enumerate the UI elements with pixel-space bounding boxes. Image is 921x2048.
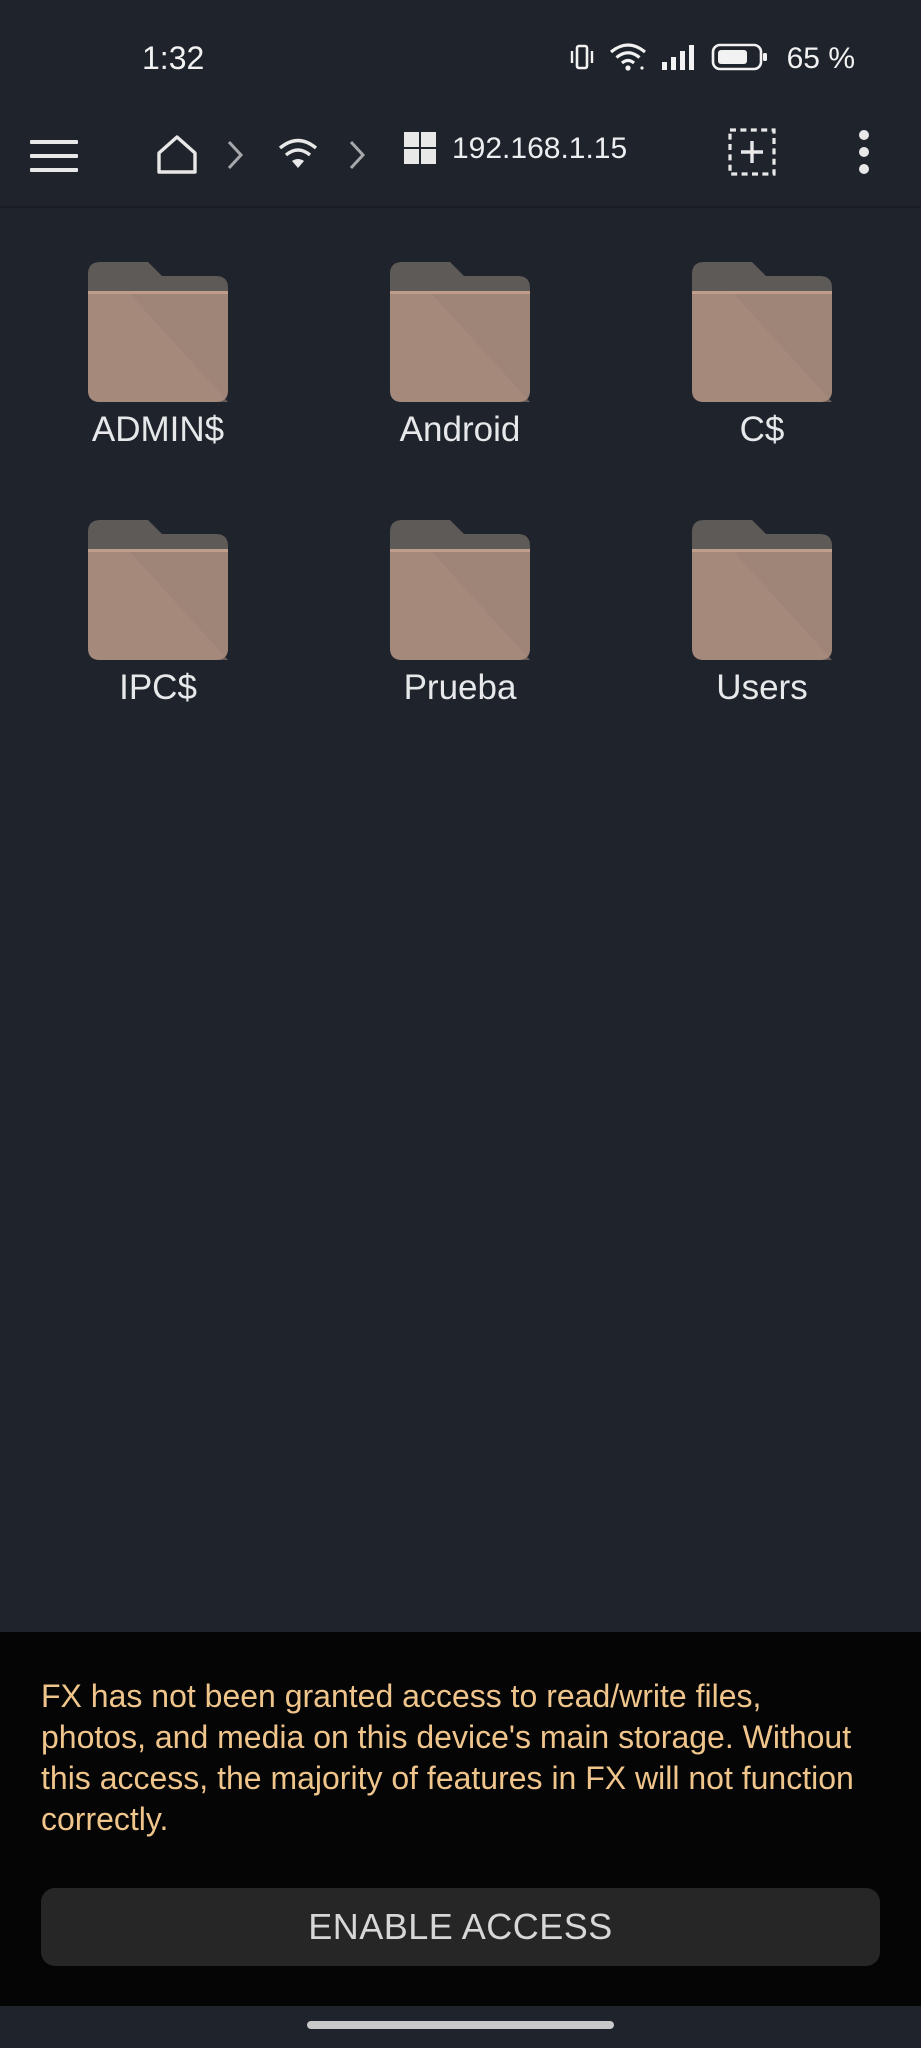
add-selection-button[interactable] (722, 124, 782, 184)
folder-item[interactable]: Users (642, 520, 882, 708)
folder-name: ADMIN$ (91, 410, 225, 449)
folder-icon (88, 262, 228, 402)
permission-message: FX has not been granted access to read/w… (41, 1678, 854, 1837)
windows-icon (403, 131, 437, 170)
folder-icon (692, 520, 832, 660)
vibrate-icon (569, 43, 595, 76)
signal-icon (661, 43, 697, 76)
home-icon (155, 132, 199, 181)
breadcrumb-host[interactable]: 192.168.1.15 (452, 132, 627, 166)
folder-icon (692, 262, 832, 402)
menu-icon (29, 138, 79, 179)
folder-item[interactable]: C$ (642, 262, 882, 450)
status-time: 1:32 (142, 40, 205, 76)
folder-icon (390, 520, 530, 660)
toolbar: 192.168.1.15 (0, 110, 921, 208)
more-options-button[interactable] (846, 124, 882, 184)
menu-button[interactable] (24, 128, 84, 188)
breadcrumb-home[interactable] (148, 126, 206, 186)
storage-permission-banner: FX has not been granted access to read/w… (0, 1632, 921, 2006)
home-indicator[interactable] (307, 2021, 614, 2029)
folder-item[interactable]: Prueba (340, 520, 580, 708)
folder-name: IPC$ (119, 668, 197, 707)
folder-name: Users (716, 668, 808, 707)
breadcrumb-network[interactable] (272, 130, 324, 182)
folder-name: Prueba (403, 668, 517, 707)
status-bar: 1:32 65 % (0, 0, 921, 110)
more-vert-icon (857, 129, 871, 180)
chevron-right-icon (225, 139, 245, 176)
folder-item[interactable]: Android (340, 262, 580, 450)
folder-icon (88, 520, 228, 660)
chevron-right-icon (347, 139, 367, 176)
battery-percent: 65 % (786, 42, 855, 75)
wifi-icon (277, 136, 319, 177)
folder-name: Android (399, 410, 521, 449)
breadcrumb-host-icon (402, 131, 438, 170)
status-icons: 65 % (569, 38, 855, 80)
folder-item[interactable]: ADMIN$ (38, 262, 278, 450)
breadcrumb-separator (344, 134, 370, 180)
enable-access-button[interactable]: ENABLE ACCESS (41, 1888, 880, 1966)
folder-icon (390, 262, 530, 402)
breadcrumb-separator (222, 134, 248, 180)
system-nav-bar (0, 2006, 921, 2048)
add-selection-icon (728, 127, 776, 181)
folder-name: C$ (739, 410, 785, 449)
battery-icon (711, 42, 769, 77)
folder-item[interactable]: IPC$ (38, 520, 278, 708)
file-manager-screen: 1:32 65 % 192.168.1.15 ADMIN$ Android C$… (0, 0, 921, 2048)
wifi-icon (609, 42, 647, 77)
